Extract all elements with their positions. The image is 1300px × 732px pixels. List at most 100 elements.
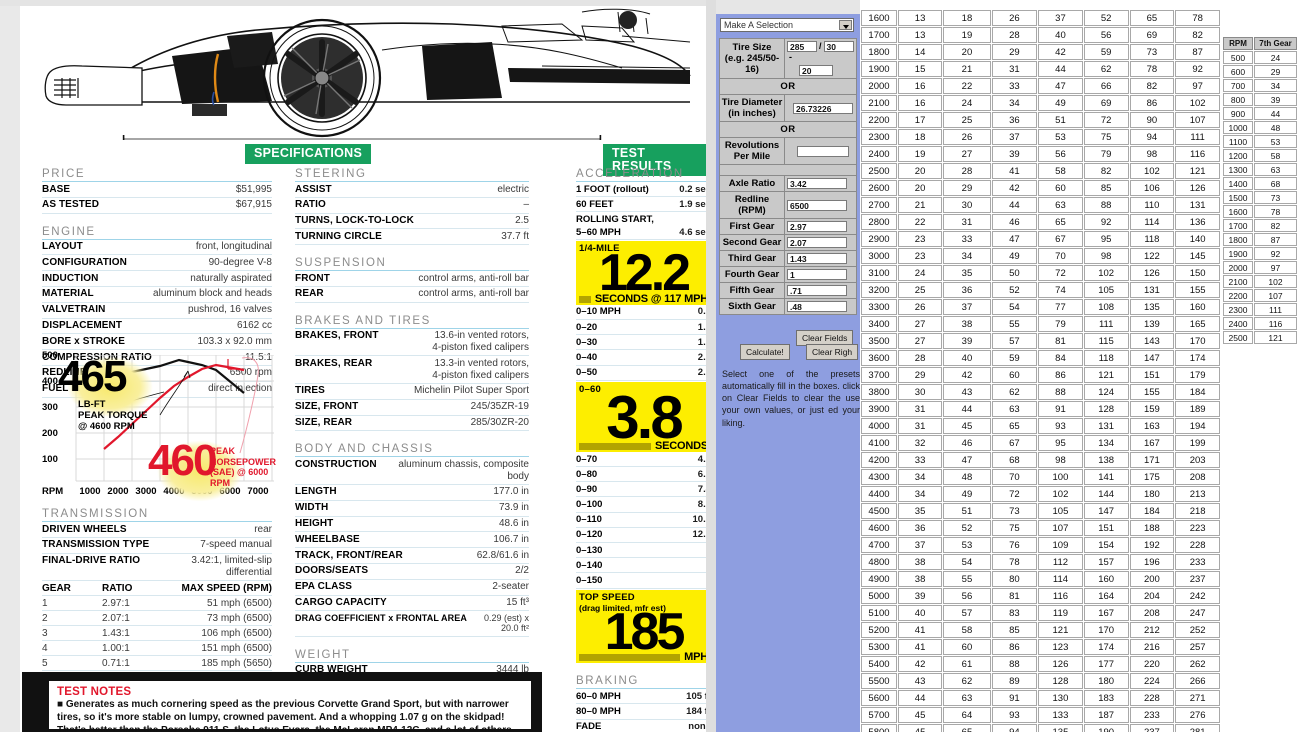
row-value: 4-piston fixed calipers <box>432 369 529 381</box>
row-key: TURNING CIRCLE <box>295 230 382 242</box>
clear-right-button[interactable]: Clear Righ <box>806 344 859 360</box>
seventh-table-rpm-cell: 500 <box>1223 51 1253 64</box>
table-row: 1800 87 <box>1223 233 1297 246</box>
gear-table-speed-cell: 194 <box>1175 418 1220 434</box>
row-key: DRIVEN WHEELS <box>42 523 127 535</box>
redline-input[interactable]: 6500 <box>787 199 847 211</box>
chevron-down-icon[interactable] <box>839 20 852 30</box>
table-row: 2000 16 22 33 47 66 82 97 <box>861 78 1220 94</box>
gear-table-speed-cell: 224 <box>1129 673 1175 689</box>
seventh-table-rpm-cell: 1500 <box>1223 191 1253 204</box>
table-row: 4300 34 48 70 100 141 175 208 <box>861 469 1220 485</box>
table-row: WHEELBASE 106.7 in <box>295 532 529 549</box>
gear-table-speed-cell: 102 <box>1175 95 1220 111</box>
peak-torque-value: 465 <box>58 352 127 401</box>
gear-table-speed-cell: 88 <box>991 656 1038 672</box>
gear-table-speed-cell: 184 <box>1129 503 1175 519</box>
gear-table-speed-cell: 180 <box>1083 673 1129 689</box>
table-row: 5300 41 60 86 123 174 216 257 <box>861 639 1220 655</box>
table-row: Second Gear 2.07 <box>719 234 857 252</box>
gear-table-speed-cell: 61 <box>943 656 991 672</box>
gear-table-speed-cell: 78 <box>1129 61 1175 77</box>
row-key: 0–130 <box>576 544 603 556</box>
unit-rule <box>579 654 681 662</box>
gear-table-speed-cell: 81 <box>991 588 1038 604</box>
table-row: BORE x STROKE 103.3 x 92.0 mm <box>42 334 272 351</box>
row-key: FADE <box>576 721 602 732</box>
gear-table-speed-cell: 143 <box>1129 333 1175 349</box>
tire-aspect-input[interactable]: 30 <box>823 41 854 52</box>
table-row: 900 44 <box>1223 107 1297 120</box>
gear-table-speed-cell: 121 <box>1083 367 1129 383</box>
row-key: 60–0 MPH <box>576 690 621 702</box>
seventh-gear-table-wrapper: RPM 7th Gear 500 24 600 29 700 34 800 39 900 44 1000… <box>1222 36 1300 356</box>
axle-ratio-input[interactable]: 3.42 <box>787 178 847 190</box>
table-row: 0–140– <box>576 558 711 574</box>
sixth-gear-input[interactable]: .48 <box>787 301 847 313</box>
table-row: Revolutions Per Mile <box>719 137 857 166</box>
gear-table-speed-cell: 212 <box>1129 622 1175 638</box>
gear-table-speed-cell: 177 <box>1083 656 1129 672</box>
third-gear-input[interactable]: 1.43 <box>787 253 847 265</box>
gear-table-speed-cell: 190 <box>1083 724 1129 732</box>
quarter-mile-value: 12.2 <box>598 244 691 303</box>
gear-table-speed-cell: 18 <box>898 129 943 145</box>
gear-table-rpm-cell: 5600 <box>861 690 897 706</box>
tire-wheel-input[interactable]: 20 <box>799 65 833 77</box>
tire-size-label-line1: Tire Size <box>732 42 772 54</box>
gear-table-speed-cell: 39 <box>898 588 943 604</box>
gear-table-speed-cell: 72 <box>1083 112 1129 128</box>
gear-table-speed-cell: 27 <box>943 146 991 162</box>
table-row: TRANSMISSION TYPE 7-speed manual <box>42 538 272 554</box>
gear-table-speed-cell: 228 <box>1175 537 1220 553</box>
gear-table-speed-cell: 102 <box>1083 265 1129 281</box>
gear-table-speed-cell: 54 <box>991 299 1038 315</box>
tire-diameter-input[interactable]: 26.73226 <box>793 102 853 114</box>
seventh-table-speed-cell: 39 <box>1254 93 1297 106</box>
gear-table-speed-cell: 200 <box>1129 571 1175 587</box>
table-row: 0–120 12.9 <box>576 528 711 544</box>
seventh-table-speed-cell: 92 <box>1254 247 1297 260</box>
gear-table-speed-cell: 73 <box>1129 44 1175 60</box>
rev-per-mile-input[interactable] <box>797 145 849 157</box>
first-gear-input[interactable]: 2.97 <box>787 221 847 233</box>
gear-table-rpm-cell: 3400 <box>861 316 897 332</box>
gear-table-speed-cell: 47 <box>991 231 1038 247</box>
table-row: 2900 23 33 47 67 95 118 140 <box>861 231 1220 247</box>
table-row: 4700 37 53 76 109 154 192 228 <box>861 537 1220 553</box>
preset-select[interactable]: Make A Selection <box>720 18 854 32</box>
gear-table-speed-cell: 27 <box>898 333 943 349</box>
seventh-table-speed-cell: 68 <box>1254 177 1297 190</box>
gear-table-speed-cell: 126 <box>1175 180 1220 196</box>
calculate-button[interactable]: Calculate! <box>740 344 790 360</box>
table-row: WIDTH 73.9 in <box>295 501 529 517</box>
gear-table-speed-cell: 218 <box>1175 503 1220 519</box>
second-gear-input[interactable]: 2.07 <box>787 237 847 249</box>
seventh-table-speed-cell: 87 <box>1254 233 1297 246</box>
seventh-table-rpm-cell: 900 <box>1223 107 1253 120</box>
fourth-gear-input[interactable]: 1 <box>787 269 847 281</box>
gear-table-speed-cell: 33 <box>898 452 943 468</box>
seventh-table-speed-cell: 48 <box>1254 121 1297 134</box>
table-row: OR <box>719 78 857 96</box>
gear-table-speed-cell: 23 <box>898 248 943 264</box>
quarter-mile-unit-row: SECONDS @ 117 MPH <box>579 291 708 305</box>
seventh-table-rpm-cell: 1000 <box>1223 121 1253 134</box>
gear-table-speed-cell: 39 <box>943 333 991 349</box>
gear-table-speed-cell: 93 <box>991 707 1038 723</box>
row-key: INDUCTION <box>42 272 99 284</box>
redline-cell: 6500 <box>784 191 857 220</box>
table-row: SIZE, REAR 285/30ZR-20 <box>295 416 529 432</box>
table-row-continuation: 4-piston fixed calipers <box>295 342 529 357</box>
table-row: 1 FOOT (rollout) 0.2 sec <box>576 182 711 198</box>
gear-table-speed-cell: 114 <box>1038 571 1083 587</box>
gear-table-speed-cell: 187 <box>1083 707 1129 723</box>
tire-width-input[interactable]: 285 <box>787 41 817 52</box>
fifth-gear-input[interactable]: .71 <box>787 285 847 297</box>
gear-table-speed-cell: 223 <box>1175 520 1220 536</box>
gear-table-speed-cell: 86 <box>991 639 1038 655</box>
hp-label-line2: HORSEPOWER <box>210 456 277 467</box>
gear-table-speed-cell: 53 <box>943 537 991 553</box>
row-value: pushrod, 16 valves <box>188 304 272 316</box>
table-row: 2000 97 <box>1223 261 1297 274</box>
